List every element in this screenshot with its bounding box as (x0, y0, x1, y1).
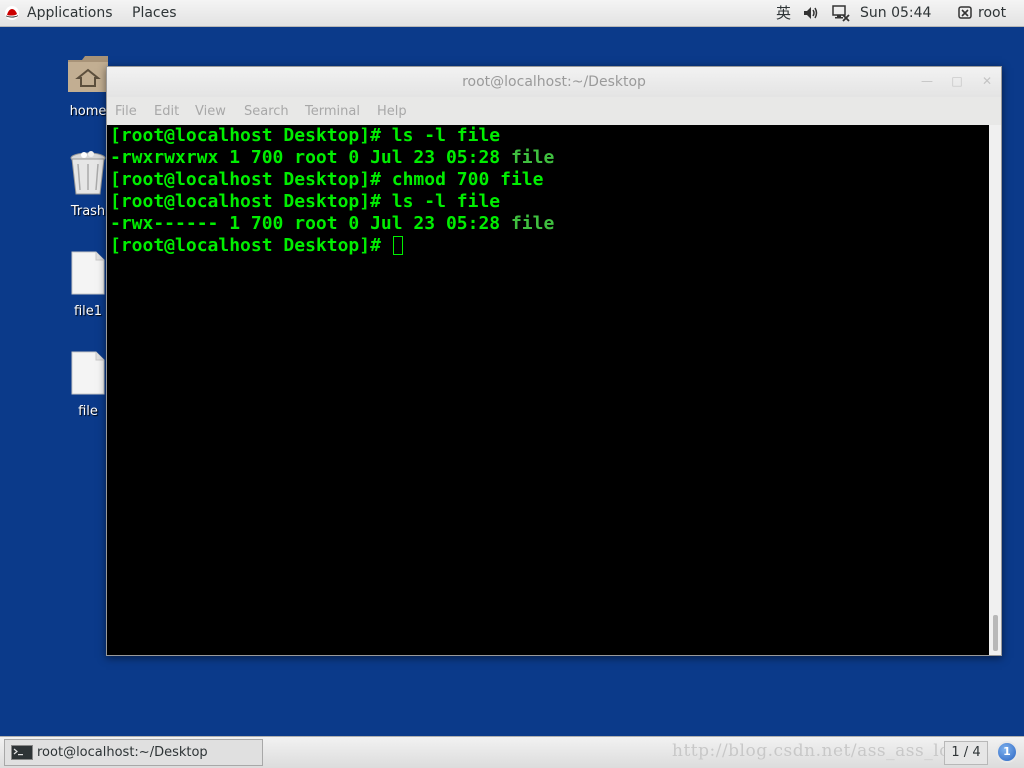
scrollbar-thumb[interactable] (993, 615, 998, 651)
trash-icon (70, 151, 106, 195)
maximize-icon[interactable]: □ (950, 74, 964, 88)
close-icon[interactable]: ✕ (980, 74, 994, 88)
window-title: root@localhost:~/Desktop (462, 74, 646, 90)
terminal-line-text: [root@localhost Desktop]# ls -l file (110, 125, 501, 146)
places-menu[interactable]: Places (126, 0, 183, 27)
terminal-prompt-line: [root@localhost Desktop]# (110, 235, 403, 257)
menu-terminal[interactable]: Terminal (305, 99, 360, 125)
file-icon (71, 251, 105, 295)
terminal-line: -rwx------ 1 700 root 0 Jul 23 05:28 fil… (110, 213, 554, 235)
taskbar-item-label: root@localhost:~/Desktop (37, 745, 208, 760)
menu-search[interactable]: Search (244, 99, 289, 125)
terminal-line: [root@localhost Desktop]# ls -l file (110, 191, 500, 213)
notification-badge[interactable]: 1 (996, 741, 1018, 763)
menu-file[interactable]: File (115, 99, 137, 125)
terminal-window: root@localhost:~/Desktop — □ ✕ File Edit… (106, 66, 1002, 656)
terminal-filename: file (510, 213, 555, 234)
terminal-line-text: -rwx------ 1 700 root 0 Jul 23 05:28 (110, 213, 511, 234)
terminal-prompt: [root@localhost Desktop]# (110, 235, 392, 256)
terminal-line-text: [root@localhost Desktop]# ls -l file (110, 191, 501, 212)
volume-icon[interactable] (803, 6, 819, 20)
terminal-line: [root@localhost Desktop]# chmod 700 file (110, 169, 543, 191)
window-titlebar[interactable]: root@localhost:~/Desktop — □ ✕ (107, 67, 1001, 97)
terminal-output[interactable]: [root@localhost Desktop]# ls -l file -rw… (107, 125, 989, 655)
input-method-indicator[interactable]: 英 (776, 0, 791, 27)
clock[interactable]: Sun 05:44 (860, 0, 931, 27)
user-status-icon[interactable] (958, 6, 972, 19)
terminal-filename: file (510, 147, 555, 168)
taskbar-terminal-button[interactable]: root@localhost:~/Desktop (4, 739, 263, 766)
redhat-logo-icon[interactable] (5, 6, 19, 20)
watermark: http://blog.csdn.net/ass_ass_lost (672, 741, 967, 761)
menu-edit[interactable]: Edit (154, 99, 179, 125)
file-icon (71, 351, 105, 395)
network-icon[interactable] (832, 5, 850, 22)
menu-help[interactable]: Help (377, 99, 407, 125)
terminal-line: [root@localhost Desktop]# ls -l file (110, 125, 500, 147)
terminal-line-text: -rwxrwxrwx 1 700 root 0 Jul 23 05:28 (110, 147, 511, 168)
terminal-icon (11, 745, 33, 760)
menu-view[interactable]: View (195, 99, 226, 125)
terminal-line: -rwxrwxrwx 1 700 root 0 Jul 23 05:28 fil… (110, 147, 554, 169)
minimize-icon[interactable]: — (920, 74, 934, 88)
top-panel: Applications Places 英 Sun 05:44 root (0, 0, 1024, 27)
workspace-switcher[interactable]: 1 / 4 (944, 741, 988, 765)
terminal-cursor (392, 236, 403, 255)
terminal-scrollbar[interactable] (989, 125, 1001, 655)
applications-menu[interactable]: Applications (21, 0, 119, 27)
home-folder-icon (68, 56, 108, 92)
user-menu[interactable]: root (978, 0, 1006, 27)
terminal-line-text: [root@localhost Desktop]# chmod 700 file (110, 169, 544, 190)
bottom-panel: root@localhost:~/Desktop http://blog.csd… (0, 736, 1024, 768)
terminal-menubar: File Edit View Search Terminal Help (107, 99, 1001, 125)
